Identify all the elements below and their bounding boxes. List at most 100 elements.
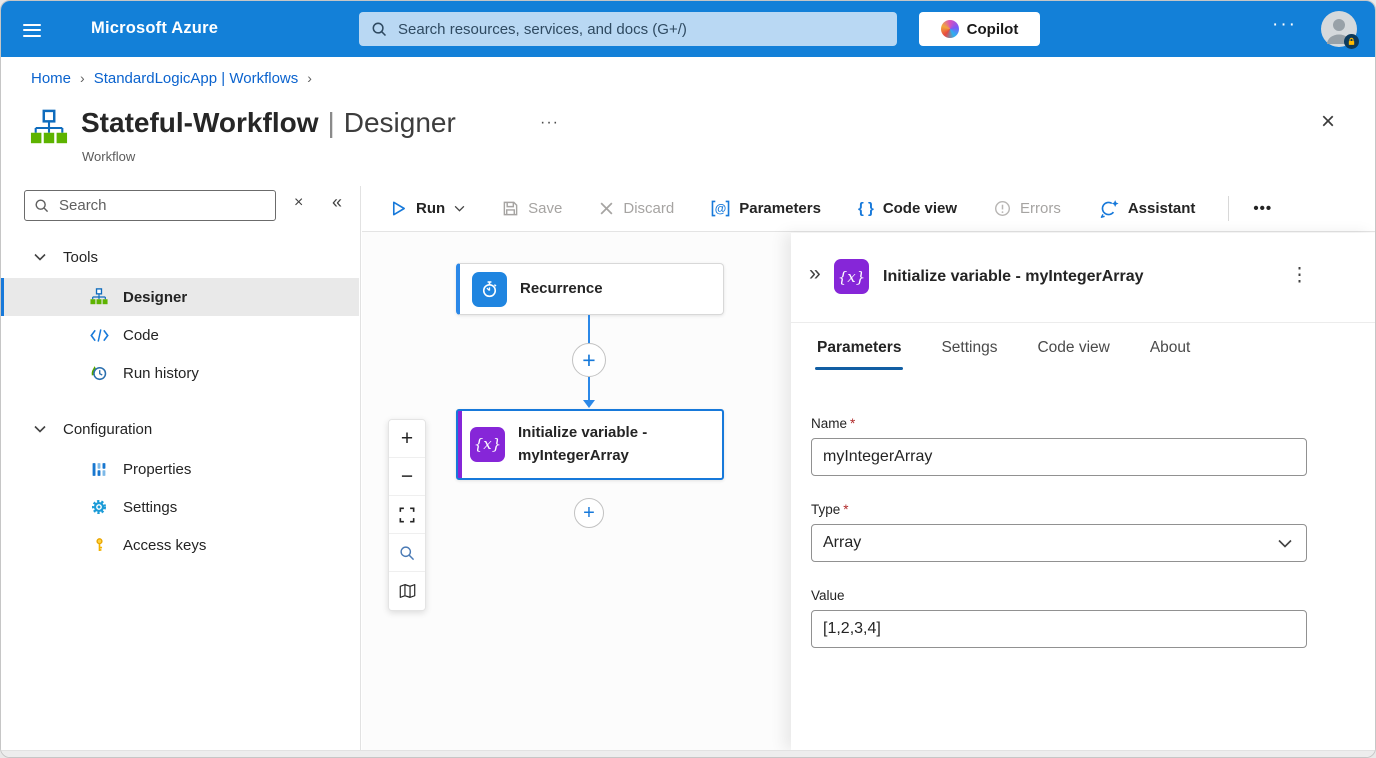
error-circle-icon [994, 200, 1011, 217]
clear-search-icon[interactable]: × [288, 193, 309, 213]
recurrence-clock-icon [472, 272, 507, 307]
connector-arrow-icon [583, 400, 595, 408]
chevron-down-icon [1278, 539, 1292, 548]
sidebar: × « Tools Designer Code [1, 186, 361, 750]
panel-menu-icon[interactable]: ⋮ [1284, 263, 1315, 288]
section-label: Tools [63, 249, 98, 266]
x-icon [599, 201, 614, 216]
sidebar-section-tools[interactable]: Tools [1, 236, 359, 278]
sidebar-search[interactable] [24, 190, 276, 221]
canvas-search-button[interactable] [389, 534, 425, 572]
tab-code-view[interactable]: Code view [1035, 324, 1111, 370]
section-label: Configuration [63, 421, 152, 438]
topbar-more-icon[interactable]: ··· [1266, 13, 1303, 37]
collapse-panel-icon[interactable]: » [803, 261, 827, 287]
trigger-node-recurrence[interactable]: Recurrence [456, 263, 724, 315]
minimap-button[interactable] [389, 572, 425, 610]
type-field-group: Type* Array [811, 502, 1307, 562]
add-action-button[interactable]: + [574, 498, 604, 528]
sidebar-item-access-keys[interactable]: Access keys [1, 526, 359, 564]
svg-text:@: @ [715, 201, 727, 215]
value-label: Value [811, 588, 1307, 603]
close-icon[interactable]: × [1315, 109, 1341, 135]
panel-header: » {x} Initialize variable - myIntegerArr… [791, 233, 1375, 323]
azure-portal-window: Microsoft Azure Copilot ··· Home › Standar… [0, 0, 1376, 758]
breadcrumb-home-link[interactable]: Home [31, 70, 71, 87]
sidebar-section-configuration[interactable]: Configuration [1, 408, 359, 450]
toolbar-separator [1228, 196, 1229, 221]
global-search-input[interactable] [396, 20, 885, 39]
discard-button[interactable]: Discard [593, 199, 680, 218]
gear-icon [89, 498, 109, 516]
name-field-group: Name* [811, 416, 1307, 476]
required-asterisk: * [850, 416, 855, 431]
item-label: Run history [123, 365, 199, 382]
required-asterisk: * [843, 502, 848, 517]
at-brackets-icon: @ [711, 200, 730, 217]
tab-about[interactable]: About [1148, 324, 1193, 370]
copilot-button[interactable]: Copilot [919, 12, 1040, 46]
insert-step-button[interactable]: + [572, 343, 606, 377]
hamburger-menu-icon[interactable] [21, 18, 45, 40]
breadcrumb-separator: › [307, 70, 312, 86]
global-search[interactable] [359, 12, 897, 46]
tab-parameters[interactable]: Parameters [815, 324, 903, 370]
run-label: Run [416, 200, 445, 217]
variable-icon: {x} [470, 427, 505, 462]
page-title: Stateful-Workflow|Designer [81, 107, 456, 139]
sidebar-search-input[interactable] [57, 196, 266, 215]
sidebar-item-settings[interactable]: Settings [1, 488, 359, 526]
search-icon [371, 21, 387, 37]
type-select[interactable]: Array [811, 524, 1307, 562]
play-icon [390, 200, 407, 217]
sidebar-item-code[interactable]: Code [1, 316, 359, 354]
item-label: Access keys [123, 537, 206, 554]
assistant-sparkle-icon [1098, 199, 1119, 218]
azure-brand: Microsoft Azure [91, 19, 218, 38]
panel-tabs: Parameters Settings Code view About [815, 324, 1192, 370]
sidebar-item-designer[interactable]: Designer [1, 278, 359, 316]
sidebar-item-run-history[interactable]: Run history [1, 354, 359, 392]
workflow-icon [89, 288, 109, 306]
fit-view-button[interactable] [389, 496, 425, 534]
discard-label: Discard [623, 200, 674, 217]
name-label: Name* [811, 416, 1307, 431]
account-avatar[interactable] [1321, 11, 1357, 47]
panel-title: Initialize variable - myIntegerArray [883, 268, 1144, 286]
page-subtitle: Workflow [82, 149, 135, 164]
collapse-sidebar-icon[interactable]: « [326, 191, 348, 214]
parameters-button[interactable]: @ Parameters [705, 199, 827, 218]
zoom-out-button[interactable]: − [389, 458, 425, 496]
variable-glyph: {x} [474, 435, 502, 453]
breadcrumb-app-link[interactable]: StandardLogicApp | Workflows [94, 70, 299, 87]
zoom-in-button[interactable]: + [389, 420, 425, 458]
sidebar-tree: Tools Designer Code Run history [1, 236, 359, 564]
action-node-initialize-variable[interactable]: {x} Initialize variable - myIntegerArray [456, 409, 724, 480]
sidebar-item-properties[interactable]: Properties [1, 450, 359, 488]
chevron-down-icon [34, 425, 46, 433]
search-icon [399, 545, 415, 561]
title-more-icon[interactable]: ··· [534, 113, 565, 133]
errors-button[interactable]: Errors [988, 199, 1067, 218]
parameters-label: Parameters [739, 200, 821, 217]
action-details-panel: » {x} Initialize variable - myIntegerArr… [791, 233, 1375, 750]
save-button[interactable]: Save [496, 199, 568, 218]
toolbar-more-icon[interactable]: ••• [1247, 199, 1278, 218]
name-field[interactable] [811, 438, 1307, 476]
node-title: Initialize variable - myIntegerArray [518, 421, 710, 468]
code-view-button[interactable]: { } Code view [852, 199, 963, 218]
chevron-down-icon [34, 253, 46, 261]
tab-settings[interactable]: Settings [939, 324, 999, 370]
run-button[interactable]: Run [384, 199, 471, 218]
type-selected-value: Array [823, 534, 861, 552]
value-field[interactable] [811, 610, 1307, 648]
page-title-separator: | [327, 107, 334, 138]
item-label: Properties [123, 461, 191, 478]
parameters-form: Name* Type* Array Value [811, 416, 1307, 674]
node-title: Recurrence [520, 277, 603, 300]
assistant-button[interactable]: Assistant [1092, 198, 1202, 219]
top-nav-bar: Microsoft Azure Copilot ··· [1, 1, 1375, 57]
designer-canvas[interactable]: Recurrence + {x} Initialize variable - m… [362, 233, 1375, 750]
copilot-label: Copilot [967, 21, 1019, 38]
designer-toolbar: Run Save Discard @ Parameters { } Code v… [362, 186, 1375, 232]
